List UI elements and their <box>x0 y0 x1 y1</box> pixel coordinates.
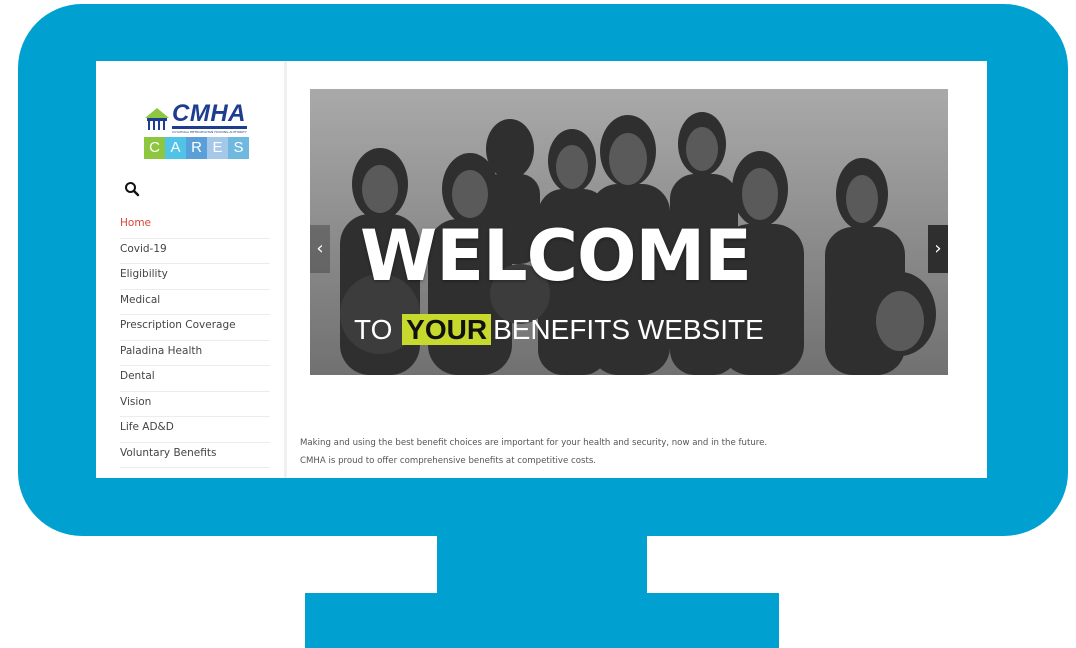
chevron-right-icon: › <box>934 238 942 259</box>
website-screen: CMHA CUYAHOGA METROPOLITAN HOUSING AUTHO… <box>96 61 987 478</box>
slider-prev-button[interactable]: ‹ <box>310 225 330 273</box>
hero-slider: WELCOME TO YOUR BENEFITS WEBSITE ‹ › <box>310 89 948 375</box>
search-icon[interactable] <box>124 181 140 197</box>
logo-wordmark: CMHA <box>172 100 246 127</box>
tagline-your: YOUR <box>402 314 492 345</box>
cares-tiles: C A R E S <box>144 137 249 159</box>
tagline-to: TO <box>354 314 393 345</box>
monitor-base <box>305 593 779 648</box>
chevron-left-icon: ‹ <box>316 238 324 259</box>
intro-line-1: Making and using the best benefit choice… <box>300 438 768 448</box>
nav-item-voluntary-benefits[interactable]: Voluntary Benefits <box>120 443 270 468</box>
nav-item-paladina-health[interactable]: Paladina Health <box>120 341 270 366</box>
nav-item-eligibility[interactable]: Eligibility <box>120 264 270 290</box>
house-icon <box>145 108 169 130</box>
monitor-neck <box>437 534 647 598</box>
nav-item-vision[interactable]: Vision <box>120 392 270 417</box>
logo-subtitle: CUYAHOGA METROPOLITAN HOUSING AUTHORITY <box>172 130 247 134</box>
slider-next-button[interactable]: › <box>928 225 948 273</box>
cmha-cares-logo[interactable]: CMHA CUYAHOGA METROPOLITAN HOUSING AUTHO… <box>144 101 249 159</box>
cares-letter: S <box>228 137 249 159</box>
cares-letter: A <box>165 137 186 159</box>
tagline-rest: BENEFITS WEBSITE <box>493 314 764 345</box>
logo-underline <box>172 126 247 129</box>
nav-item-life-add[interactable]: Life AD&D <box>120 417 270 443</box>
intro-text: Making and using the best benefit choice… <box>300 434 767 470</box>
hero-tagline: TO YOUR BENEFITS WEBSITE <box>354 313 764 347</box>
nav-item-medical[interactable]: Medical <box>120 290 270 315</box>
main-nav: Home Covid-19 Eligibility Medical Prescr… <box>120 213 270 468</box>
cares-letter: R <box>186 137 207 159</box>
intro-line-2: CMHA is proud to offer comprehensive ben… <box>300 456 597 466</box>
hero-headline: WELCOME <box>360 215 752 297</box>
nav-item-home[interactable]: Home <box>120 213 270 239</box>
nav-item-covid-19[interactable]: Covid-19 <box>120 239 270 264</box>
cares-letter: C <box>144 137 165 159</box>
nav-item-prescription-coverage[interactable]: Prescription Coverage <box>120 315 270 341</box>
sidebar: CMHA CUYAHOGA METROPOLITAN HOUSING AUTHO… <box>96 61 287 478</box>
nav-item-dental[interactable]: Dental <box>120 366 270 392</box>
cares-letter: E <box>207 137 228 159</box>
